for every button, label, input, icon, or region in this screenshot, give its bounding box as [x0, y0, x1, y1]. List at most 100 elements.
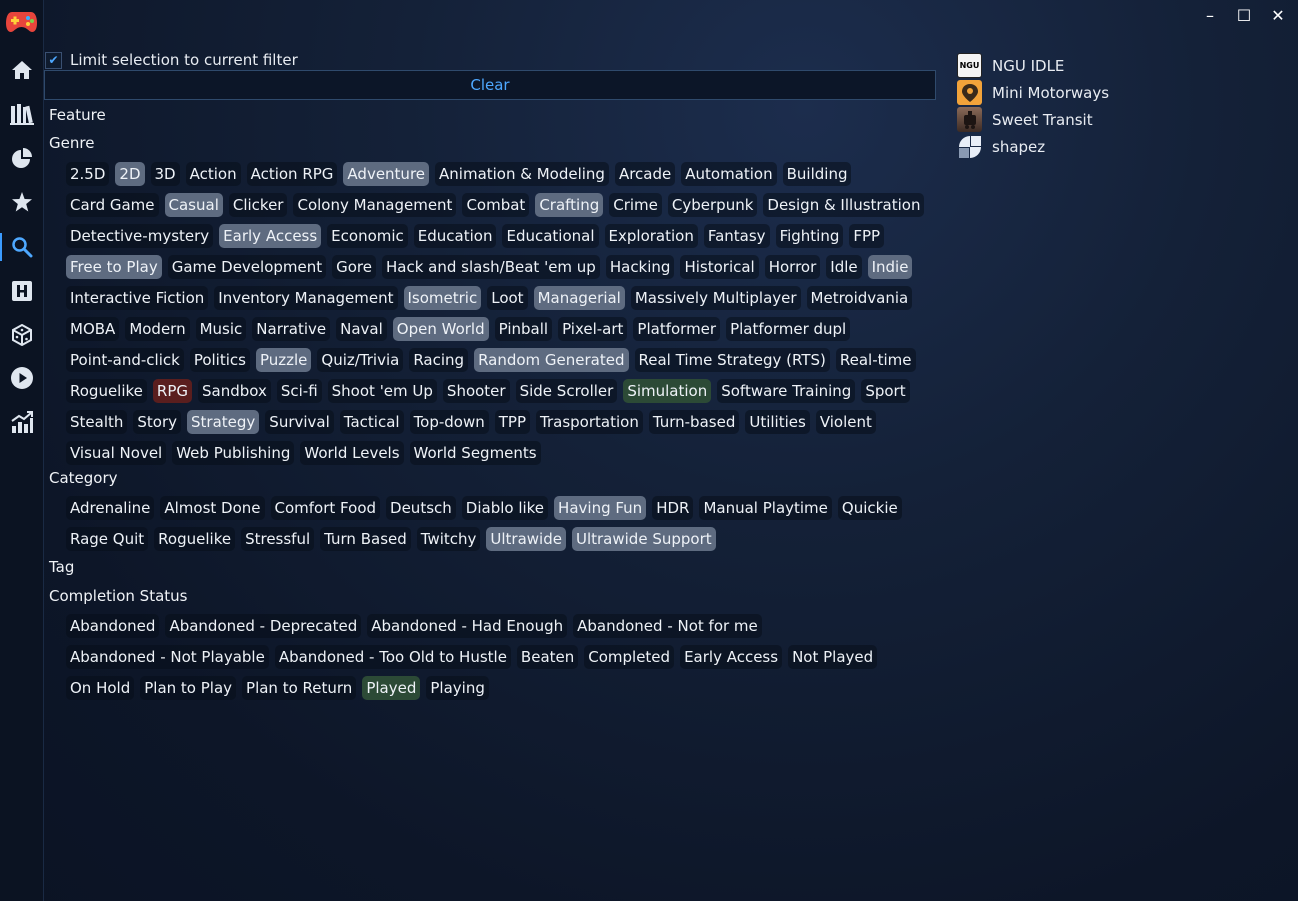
filter-chip[interactable]: Open World	[392, 317, 489, 341]
filter-chip[interactable]: Playing	[426, 676, 489, 700]
filter-chip[interactable]: Abandoned - Not Playable	[66, 645, 269, 669]
filter-chip[interactable]: Sandbox	[198, 379, 271, 403]
filter-chip[interactable]: Hacking	[605, 255, 675, 279]
game-item[interactable]: Mini Motorways	[957, 79, 1109, 106]
maximize-button[interactable]: ☐	[1234, 5, 1254, 25]
filter-chip[interactable]: Puzzle	[255, 348, 312, 372]
limit-selection-checkbox[interactable]: ✔	[45, 51, 62, 69]
nav-favorites[interactable]	[0, 184, 43, 220]
filter-chip[interactable]: Fighting	[775, 224, 844, 248]
filter-chip[interactable]: TPP	[494, 410, 531, 434]
filter-chip[interactable]: Sci-fi	[276, 379, 322, 403]
filter-chip[interactable]: Politics	[189, 348, 250, 372]
filter-chip[interactable]: Real-time	[835, 348, 916, 372]
filter-chip[interactable]: Deutsch	[386, 496, 456, 520]
section-tag[interactable]: Tag	[49, 558, 74, 576]
filter-chip[interactable]: 2.5D	[66, 162, 110, 186]
filter-chip[interactable]: Top-down	[409, 410, 489, 434]
filter-chip[interactable]: Crafting	[535, 193, 604, 217]
filter-chip[interactable]: Completed	[584, 645, 675, 669]
filter-chip[interactable]: Violent	[815, 410, 876, 434]
filter-chip[interactable]: FPP	[849, 224, 885, 248]
filter-chip[interactable]: Strategy	[187, 410, 260, 434]
filter-chip[interactable]: RPG	[152, 379, 192, 403]
filter-chip[interactable]: Roguelike	[154, 527, 236, 551]
filter-chip[interactable]: Education	[413, 224, 497, 248]
filter-chip[interactable]: Roguelike	[66, 379, 147, 403]
filter-chip[interactable]: Ultrawide	[486, 527, 566, 551]
filter-chip[interactable]: Building	[782, 162, 852, 186]
filter-chip[interactable]: HDR	[652, 496, 694, 520]
nav-trends[interactable]	[0, 404, 43, 440]
filter-chip[interactable]: 3D	[150, 162, 180, 186]
filter-chip[interactable]: Combat	[462, 193, 530, 217]
filter-chip[interactable]: World Levels	[300, 441, 404, 465]
filter-chip[interactable]: Random Generated	[474, 348, 629, 372]
game-item[interactable]: shapez	[957, 133, 1109, 160]
filter-chip[interactable]: Turn-based	[648, 410, 740, 434]
filter-chip[interactable]: Tactical	[339, 410, 404, 434]
filter-chip[interactable]: Card Game	[66, 193, 159, 217]
filter-chip[interactable]: Hack and slash/Beat 'em up	[382, 255, 600, 279]
nav-play[interactable]	[0, 360, 43, 396]
section-feature[interactable]: Feature	[49, 106, 106, 124]
filter-chip[interactable]: Inventory Management	[214, 286, 398, 310]
filter-chip[interactable]: Rage Quit	[66, 527, 149, 551]
filter-chip[interactable]: Diablo like	[461, 496, 549, 520]
filter-chip[interactable]: Almost Done	[160, 496, 265, 520]
filter-chip[interactable]: Isometric	[403, 286, 482, 310]
filter-chip[interactable]: Abandoned - Too Old to Hustle	[274, 645, 511, 669]
filter-chip[interactable]: Metroidvania	[806, 286, 913, 310]
nav-random[interactable]	[0, 317, 43, 353]
filter-chip[interactable]: Comfort Food	[270, 496, 381, 520]
filter-chip[interactable]: Naval	[336, 317, 387, 341]
filter-chip[interactable]: Racing	[409, 348, 469, 372]
filter-chip[interactable]: Adventure	[343, 162, 430, 186]
filter-chip[interactable]: Side Scroller	[515, 379, 618, 403]
filter-chip[interactable]: On Hold	[66, 676, 135, 700]
filter-chip[interactable]: Stealth	[66, 410, 128, 434]
filter-chip[interactable]: Gore	[332, 255, 376, 279]
nav-stats[interactable]	[0, 140, 43, 176]
clear-button[interactable]: Clear	[44, 70, 936, 100]
filter-chip[interactable]: Platformer dupl	[726, 317, 851, 341]
filter-chip[interactable]: Exploration	[604, 224, 698, 248]
filter-chip[interactable]: Plan to Play	[140, 676, 237, 700]
nav-library[interactable]	[0, 96, 43, 132]
filter-chip[interactable]: Sport	[861, 379, 910, 403]
filter-chip[interactable]: Music	[195, 317, 247, 341]
section-genre[interactable]: Genre	[49, 134, 94, 152]
nav-hltb[interactable]	[0, 273, 43, 309]
filter-chip[interactable]: Economic	[327, 224, 408, 248]
filter-chip[interactable]: Managerial	[533, 286, 625, 310]
filter-chip[interactable]: Story	[133, 410, 182, 434]
filter-chip[interactable]: Visual Novel	[66, 441, 167, 465]
filter-chip[interactable]: Idle	[826, 255, 862, 279]
filter-chip[interactable]: Abandoned	[66, 614, 160, 638]
filter-chip[interactable]: Educational	[502, 224, 599, 248]
filter-chip[interactable]: Colony Management	[293, 193, 457, 217]
filter-chip[interactable]: MOBA	[66, 317, 120, 341]
filter-chip[interactable]: Shooter	[442, 379, 510, 403]
filter-chip[interactable]: Modern	[125, 317, 190, 341]
filter-chip[interactable]: Not Played	[788, 645, 878, 669]
filter-chip[interactable]: Having Fun	[554, 496, 647, 520]
filter-chip[interactable]: Utilities	[745, 410, 810, 434]
filter-chip[interactable]: Fantasy	[703, 224, 770, 248]
filter-chip[interactable]: Free to Play	[66, 255, 162, 279]
filter-chip[interactable]: Trasportation	[536, 410, 643, 434]
filter-chip[interactable]: Early Access	[680, 645, 783, 669]
filter-chip[interactable]: Twitchy	[416, 527, 481, 551]
minimize-button[interactable]: –	[1200, 5, 1220, 25]
game-item[interactable]: Sweet Transit	[957, 106, 1109, 133]
section-category[interactable]: Category	[49, 469, 118, 487]
filter-chip[interactable]: Real Time Strategy (RTS)	[634, 348, 830, 372]
filter-chip[interactable]: Early Access	[219, 224, 322, 248]
filter-chip[interactable]: Casual	[164, 193, 223, 217]
filter-chip[interactable]: Interactive Fiction	[66, 286, 209, 310]
filter-chip[interactable]: Abandoned - Had Enough	[367, 614, 568, 638]
filter-chip[interactable]: Clicker	[228, 193, 288, 217]
gamepad-logo-icon[interactable]	[5, 8, 38, 34]
filter-chip[interactable]: Detective-mystery	[66, 224, 214, 248]
nav-search[interactable]	[0, 229, 43, 265]
